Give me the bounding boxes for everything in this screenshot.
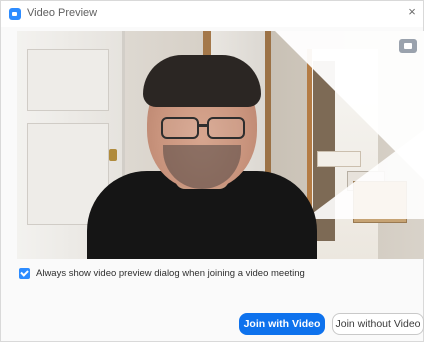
title-bar: Video Preview × (1, 1, 423, 27)
zoom-app-icon (9, 8, 21, 20)
close-icon[interactable]: × (405, 4, 419, 20)
window-title: Video Preview (27, 7, 98, 19)
join-without-video-button[interactable]: Join without Video (332, 313, 424, 335)
always-show-preview-option[interactable]: Always show video preview dialog when jo… (19, 265, 305, 281)
light-overlay (305, 129, 424, 219)
video-icon[interactable] (399, 39, 417, 53)
hair (143, 55, 261, 107)
glasses-lens (161, 117, 199, 139)
always-show-preview-label[interactable]: Always show video preview dialog when jo… (36, 268, 305, 279)
glasses (161, 117, 245, 139)
always-show-preview-checkbox[interactable] (19, 267, 30, 279)
video-preview (17, 31, 424, 259)
participant (87, 55, 317, 259)
glasses-lens (207, 117, 245, 139)
video-preview-dialog: Video Preview × Always show video previe… (0, 0, 424, 342)
join-with-video-button[interactable]: Join with Video (239, 313, 325, 335)
